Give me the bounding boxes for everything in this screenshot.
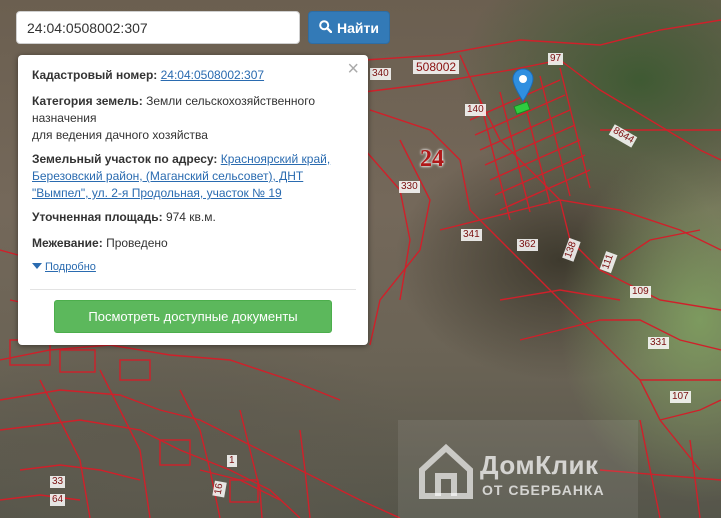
land-category-row: Категория земель: Земли сельскохозяйстве… <box>32 93 350 144</box>
land-category-value: Земли сельскохозяйственного <box>146 94 316 108</box>
parcel-label: 362 <box>517 239 538 251</box>
triangle-down-icon <box>32 261 42 273</box>
address-row: Земельный участок по адресу: Красноярски… <box>32 151 350 202</box>
details-label: Подробно <box>45 261 96 273</box>
parcel-label: 341 <box>461 229 482 241</box>
view-documents-button[interactable]: Посмотреть доступные документы <box>54 300 332 333</box>
parcel-label: 64 <box>50 494 66 506</box>
parcel-label: 33 <box>50 476 66 488</box>
parcel-label: 331 <box>648 337 669 349</box>
address-label: Земельный участок по адресу: <box>32 152 218 166</box>
land-category-label: Категория земель: <box>32 94 143 108</box>
address-link[interactable]: Красноярский край, <box>221 152 330 166</box>
house-logo-icon <box>419 443 473 499</box>
parcel-label: 1 <box>227 455 237 467</box>
land-category-purpose: для ведения дачного хозяйства <box>32 128 208 142</box>
parcel-label: 140 <box>465 104 486 116</box>
survey-row: Межевание: Проведено <box>32 235 350 252</box>
cadastral-number-row: Кадастровый номер: 24:04:0508002:307 <box>32 67 350 84</box>
land-category-value-cont: назначения <box>32 111 97 125</box>
survey-value: Проведено <box>106 236 168 250</box>
search-button[interactable]: Найти <box>308 11 390 44</box>
parcel-label: 107 <box>670 391 691 403</box>
survey-label: Межевание: <box>32 236 103 250</box>
panel-divider <box>30 289 356 290</box>
block-number-label: 508002 <box>413 60 460 74</box>
magnifier-icon <box>319 19 333 36</box>
area-row: Уточненная площадь: 974 кв.м. <box>32 209 350 226</box>
details-toggle[interactable]: Подробно <box>32 261 96 273</box>
search-button-label: Найти <box>337 19 379 36</box>
parcel-label: 340 <box>370 68 391 80</box>
cadastral-number-label: Кадастровый номер: <box>32 68 158 82</box>
address-link-cont2[interactable]: "Вымпел", ул. 2-я Продольная, участок № … <box>32 186 282 200</box>
district-number-label: 24 <box>420 146 444 172</box>
watermark-title: ДомКлик <box>480 450 599 480</box>
cadastral-search-input[interactable] <box>16 11 300 44</box>
parcel-label: 97 <box>548 53 564 65</box>
address-link-cont[interactable]: Березовский район, (Маганский сельсовет)… <box>32 169 303 183</box>
area-value: 974 кв.м. <box>165 210 216 224</box>
watermark-subtitle: ОТ СБЕРБАНКА <box>482 482 605 498</box>
cadastral-number-link[interactable]: 24:04:0508002:307 <box>161 68 264 82</box>
area-label: Уточненная площадь: <box>32 210 163 224</box>
parcel-info-panel: × Кадастровый номер: 24:04:0508002:307 К… <box>18 55 368 345</box>
parcel-label: 109 <box>630 286 651 298</box>
parcel-label: 330 <box>399 181 420 193</box>
domclick-watermark: ДомКлик ОТ СБЕРБАНКА <box>398 420 638 518</box>
